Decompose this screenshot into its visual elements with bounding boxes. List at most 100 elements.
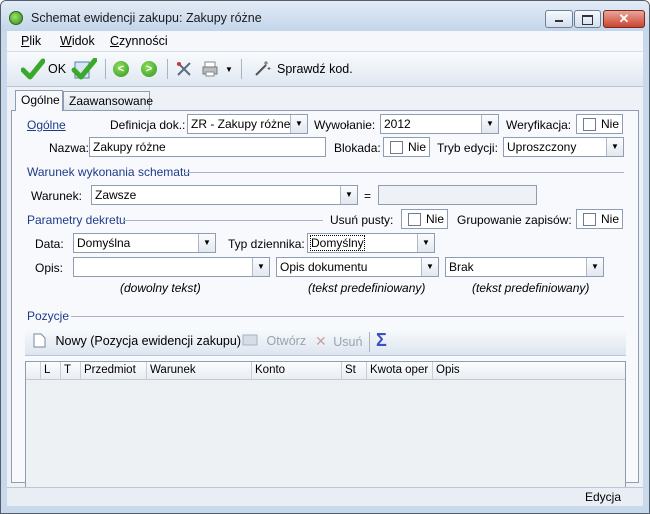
new-position-button[interactable]: Nowy (Pozycja ewidencji zakupu) [33,333,241,348]
toolbar-separator [105,59,106,79]
description-text-select[interactable]: ▼ [73,257,270,277]
verification-label: Weryfikacja: [506,118,572,132]
remove-empty-checkbox[interactable]: Nie [401,209,448,229]
section-title-decree: Parametry dekretu [27,213,126,227]
close-button[interactable]: ✕ [603,10,645,28]
date-label: Data: [35,237,64,251]
application-window: Schemat ewidencji zakupu: Zakupy różne ✕… [0,0,650,514]
column-header[interactable]: Przedmiot [80,362,146,379]
column-header[interactable]: T [60,362,80,379]
back-arrow-icon: < [113,61,129,77]
condition-label: Warunek: [31,189,82,203]
section-title-condition: Warunek wykonania schematu [27,165,190,179]
title-bar[interactable]: Schemat ewidencji zakupu: Zakupy różne ✕ [1,1,649,31]
delete-position-button[interactable]: ✕ Usuń [315,333,362,350]
menu-widok[interactable]: Widok [60,34,95,48]
tools-icon [177,62,191,76]
chevron-down-icon: ▼ [421,258,438,276]
description-predefined-select-2[interactable]: Brak ▼ [445,257,604,277]
column-header[interactable]: L [40,362,60,379]
section-divider [123,220,323,221]
back-button[interactable]: < [113,58,129,80]
call-select[interactable]: 2012 ▼ [380,114,499,134]
edit-mode-label: Tryb edycji: [437,141,498,155]
date-select[interactable]: Domyślna ▼ [73,233,216,253]
close-icon: ✕ [618,11,630,26]
tab-panel-ogolne: Ogólne Definicja dok.: ZR - Zakupy różne… [11,110,639,501]
chevron-down-icon: ▼ [340,186,357,204]
hint-predefined-2: (tekst predefiniowany) [472,281,590,295]
tools-button[interactable] [175,58,193,80]
chevron-down-icon: ▼ [290,115,307,133]
check-document-icon [71,58,97,80]
chevron-down-icon: ▼ [481,115,498,133]
tab-zaawansowane[interactable]: Zaawansowane [63,91,153,110]
chevron-down-icon: ▼ [417,234,434,252]
column-header[interactable]: Kwota oper [366,362,432,379]
section-title-positions: Pozycje [27,309,70,323]
grid-header-row: L T Przedmiot Warunek Konto St Kwota ope… [26,362,625,380]
column-header[interactable]: Warunek [146,362,251,379]
call-label: Wywołanie: [314,118,376,132]
toolbar-separator [167,59,168,79]
column-header[interactable]: Opis [432,362,625,379]
hint-predefined: (tekst predefiniowany) [308,281,426,295]
checkbox-box [390,141,403,154]
chevron-down-icon[interactable]: ▼ [225,65,233,74]
equals-sign: = [364,189,372,203]
group-entries-checkbox[interactable]: Nie [576,209,623,229]
checkbox-box [408,213,421,226]
toolbar-separator [369,332,370,352]
open-folder-icon [242,334,258,346]
journal-type-select[interactable]: Domyślny ▼ [307,233,435,253]
save-check-button[interactable] [71,58,97,80]
lock-checkbox[interactable]: Nie [383,137,430,157]
checkbox-box [583,118,596,131]
sigma-icon[interactable]: Σ [376,330,387,351]
description-predefined-select[interactable]: Opis dokumentu ▼ [276,257,439,277]
tab-ogolne[interactable]: Ogólne [15,90,63,111]
minimize-button[interactable] [545,10,573,28]
definition-label: Definicja dok.: [110,118,186,132]
menu-czynnosci[interactable]: Czynności [110,34,168,48]
verification-checkbox[interactable]: Nie [576,114,623,134]
condition-select[interactable]: Zawsze ▼ [91,185,358,205]
window-title: Schemat ewidencji zakupu: Zakupy różne [31,11,262,25]
maximize-button[interactable] [574,10,601,28]
app-icon[interactable] [9,11,23,25]
toolbar-separator [241,59,242,79]
ok-button[interactable]: OK [21,58,66,80]
checkbox-box [583,213,596,226]
column-header[interactable]: St [341,362,366,379]
section-divider [71,316,624,317]
check-code-button[interactable]: Sprawdź kod. [253,58,353,80]
column-header[interactable]: Konto [251,362,341,379]
check-code-label: Sprawdź kod. [277,62,353,76]
edit-mode-select[interactable]: Uproszczony ▼ [503,137,624,157]
name-input[interactable]: Zakupy różne [89,137,326,157]
condition-result-field [378,185,537,205]
chevron-down-icon: ▼ [252,258,269,276]
remove-empty-label: Usuń pusty: [330,213,394,227]
section-title-general: Ogólne [27,118,66,132]
print-button[interactable]: ▼ [201,58,233,80]
definition-select[interactable]: ZR - Zakupy różne ▼ [187,114,308,134]
minimize-icon [555,20,563,22]
group-entries-label: Grupowanie zapisów: [457,213,572,227]
maximize-icon [582,15,593,25]
journal-type-label: Typ dziennika: [228,237,305,251]
main-toolbar: OK < > ▼ Sprawdź kod. [7,52,643,87]
menu-bar: Plik Widok Czynności [7,31,643,52]
positions-grid[interactable]: L T Przedmiot Warunek Konto St Kwota ope… [25,361,626,501]
lock-label: Blokada: [334,141,381,155]
open-position-button[interactable]: Otwórz [242,333,306,348]
menu-plik[interactable]: Plik [21,34,41,48]
forward-arrow-icon: > [141,61,157,77]
ok-label: OK [48,62,67,76]
magic-wand-icon [255,61,271,76]
chevron-down-icon: ▼ [606,138,623,156]
positions-toolbar: Nowy (Pozycja ewidencji zakupu) Otwórz ✕… [25,328,626,356]
status-mode: Edycja [584,490,621,504]
forward-button[interactable]: > [141,58,157,80]
chevron-down-icon: ▼ [198,234,215,252]
